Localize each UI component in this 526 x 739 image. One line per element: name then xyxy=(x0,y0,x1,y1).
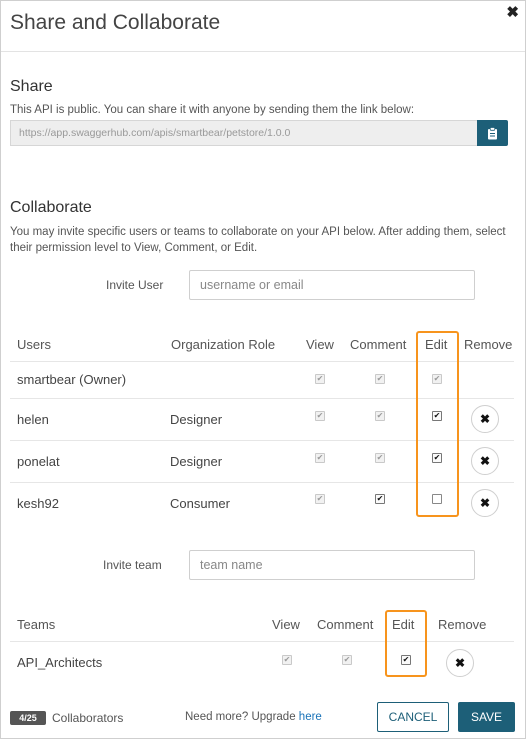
row-divider xyxy=(10,641,514,642)
share-description: This API is public. You can share it wit… xyxy=(10,104,415,116)
user-name: smartbear (Owner) xyxy=(17,372,127,387)
share-heading: Share xyxy=(10,78,53,95)
invite-user-input[interactable] xyxy=(189,270,475,300)
need-more-text: Need more? Upgrade xyxy=(185,711,296,723)
user-name: helen xyxy=(17,412,49,427)
team-comment-checkbox: ✔ xyxy=(342,655,352,665)
upgrade-note: Need more? Upgrade here xyxy=(185,711,322,723)
user-role: Consumer xyxy=(170,496,230,511)
collaborator-count-badge: 4/25 xyxy=(10,711,46,725)
user-name: kesh92 xyxy=(17,496,59,511)
view-checkbox: ✔ xyxy=(315,453,325,463)
remove-user-button[interactable]: ✖ xyxy=(471,447,499,475)
dialog-title: Share and Collaborate xyxy=(10,11,221,34)
invite-user-label: Invite User xyxy=(106,278,164,292)
user-role: Designer xyxy=(170,412,223,427)
invite-team-input[interactable] xyxy=(189,550,475,580)
comment-checkbox: ✔ xyxy=(375,453,385,463)
invite-team-label: Invite team xyxy=(103,558,162,572)
user-name: ponelat xyxy=(17,454,60,469)
users-header: Users xyxy=(17,337,51,352)
title-divider xyxy=(1,51,525,52)
user-role: Designer xyxy=(170,454,223,469)
team-view-header: View xyxy=(272,617,300,632)
view-header: View xyxy=(306,337,334,352)
view-checkbox: ✔ xyxy=(315,374,325,384)
team-edit-column-highlight xyxy=(385,610,427,677)
copy-link-button[interactable] xyxy=(477,120,508,146)
collaborate-heading: Collaborate xyxy=(10,199,92,216)
teams-header: Teams xyxy=(17,617,56,632)
save-button[interactable]: SAVE xyxy=(458,702,515,732)
comment-checkbox[interactable]: ✔ xyxy=(375,494,385,504)
clipboard-icon xyxy=(488,126,497,139)
share-link-field[interactable]: https://app.swaggerhub.com/apis/smartbea… xyxy=(10,120,478,146)
view-checkbox: ✔ xyxy=(315,494,325,504)
collaborate-description-1: You may invite specific users or teams t… xyxy=(10,226,506,238)
team-view-checkbox: ✔ xyxy=(282,655,292,665)
close-icon[interactable]: ✖ xyxy=(506,3,519,21)
team-remove-header: Remove xyxy=(438,617,487,632)
remove-user-button[interactable]: ✖ xyxy=(471,405,499,433)
remove-team-button[interactable]: ✖ xyxy=(446,649,474,677)
collaborate-description-2: their permission level to View, Comment,… xyxy=(10,242,258,254)
edit-column-highlight xyxy=(416,331,459,517)
upgrade-link[interactable]: here xyxy=(299,711,322,723)
share-collaborate-dialog: ✖ Share and Collaborate Share This API i… xyxy=(0,0,526,739)
comment-header: Comment xyxy=(350,337,407,352)
team-name: API_Architects xyxy=(17,655,103,670)
org-role-header: Organization Role xyxy=(171,337,276,352)
comment-checkbox: ✔ xyxy=(375,374,385,384)
remove-header: Remove xyxy=(464,337,513,352)
comment-checkbox: ✔ xyxy=(375,411,385,421)
collaborators-label: Collaborators xyxy=(52,711,124,725)
remove-user-button[interactable]: ✖ xyxy=(471,489,499,517)
cancel-button[interactable]: CANCEL xyxy=(377,702,449,732)
team-comment-header: Comment xyxy=(317,617,374,632)
view-checkbox: ✔ xyxy=(315,411,325,421)
